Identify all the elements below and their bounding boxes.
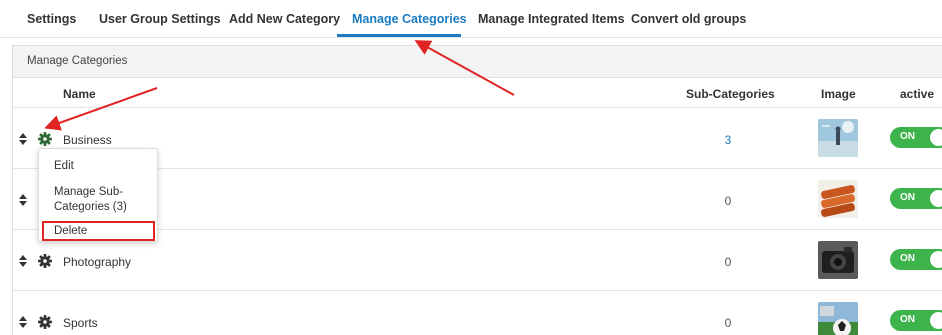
- tab-manage-integrated-items[interactable]: Manage Integrated Items: [478, 12, 625, 26]
- sub-categories-count: 0: [724, 255, 732, 269]
- gear-icon[interactable]: [38, 315, 52, 329]
- sort-handle-icon[interactable]: [19, 133, 27, 145]
- panel-header: Manage Categories: [13, 46, 942, 78]
- column-header-name: Name: [63, 87, 96, 101]
- category-image-camera: [818, 241, 858, 279]
- tab-convert-old-groups[interactable]: Convert old groups: [631, 12, 746, 26]
- column-header-active: active: [900, 87, 935, 101]
- category-name: Photography: [63, 255, 132, 269]
- table-row: Sports 0 ON: [13, 290, 942, 335]
- tab-user-group-settings[interactable]: User Group Settings: [99, 12, 221, 26]
- sort-handle-icon[interactable]: [19, 316, 27, 328]
- menu-item-manage-sub-categories[interactable]: Manage Sub-Categories (3): [54, 185, 144, 215]
- sub-categories-count-link[interactable]: 3: [721, 133, 735, 147]
- sub-categories-count: 0: [724, 316, 732, 330]
- category-image-business: [818, 119, 858, 157]
- tab-add-new-category[interactable]: Add New Category: [229, 12, 340, 26]
- sub-categories-count: 0: [724, 194, 732, 208]
- active-toggle[interactable]: ON: [890, 188, 942, 209]
- active-toggle[interactable]: ON: [890, 249, 942, 270]
- tab-manage-categories[interactable]: Manage Categories: [352, 12, 467, 26]
- tab-bar: Settings User Group Settings Add New Cat…: [0, 0, 942, 38]
- gear-icon[interactable]: [38, 254, 52, 268]
- column-header-image: Image: [821, 87, 856, 101]
- category-name: Business: [63, 133, 112, 147]
- active-toggle[interactable]: ON: [890, 127, 942, 148]
- gear-icon[interactable]: [38, 132, 52, 146]
- category-image-sports: [818, 302, 858, 335]
- column-header-sub-categories: Sub-Categories: [686, 87, 775, 101]
- category-actions-menu: Edit Manage Sub-Categories (3) Delete: [38, 148, 158, 242]
- panel-title: Manage Categories: [27, 55, 128, 67]
- active-toggle[interactable]: ON: [890, 310, 942, 331]
- category-image-food: [818, 180, 858, 218]
- sort-handle-icon[interactable]: [19, 255, 27, 267]
- tab-settings[interactable]: Settings: [27, 12, 76, 26]
- menu-item-delete[interactable]: Delete: [54, 225, 87, 237]
- category-name: Sports: [63, 316, 98, 330]
- active-tab-indicator: [337, 34, 461, 37]
- menu-item-edit[interactable]: Edit: [54, 160, 74, 172]
- sort-handle-icon[interactable]: [19, 194, 27, 206]
